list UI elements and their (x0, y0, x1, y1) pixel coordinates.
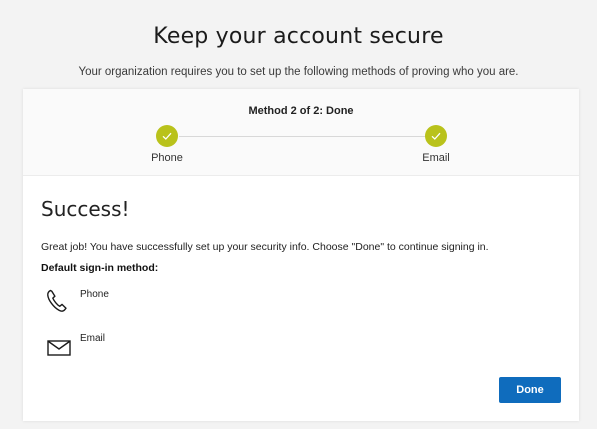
page-title: Keep your account secure (153, 24, 444, 49)
checkmark-icon (431, 132, 441, 140)
phone-icon (45, 288, 69, 319)
method-email-name: Email (80, 333, 106, 344)
progress-header: Method 2 of 2: Done Phone Email (23, 89, 579, 176)
done-button[interactable]: Done (499, 377, 561, 403)
checkmark-icon (162, 132, 172, 140)
progress-connector-line (179, 136, 429, 137)
page-subtitle: Your organization requires you to set up… (78, 66, 519, 78)
step-email-label: Email (422, 152, 450, 164)
step-phone-label: Phone (151, 152, 183, 164)
step-email-check-icon (425, 125, 447, 147)
mail-icon (47, 340, 71, 361)
page: Keep your account secure Your organizati… (0, 0, 597, 429)
step-phone-check-icon (156, 125, 178, 147)
success-heading: Success! (41, 197, 130, 221)
setup-card: Method 2 of 2: Done Phone Email Success!… (23, 89, 579, 421)
method-progress-title: Method 2 of 2: Done (248, 105, 354, 117)
default-method-label: Default sign-in method: (41, 262, 159, 274)
success-message: Great job! You have successfully set up … (41, 241, 489, 253)
method-email-value (75, 344, 180, 370)
method-phone-value (75, 299, 155, 319)
